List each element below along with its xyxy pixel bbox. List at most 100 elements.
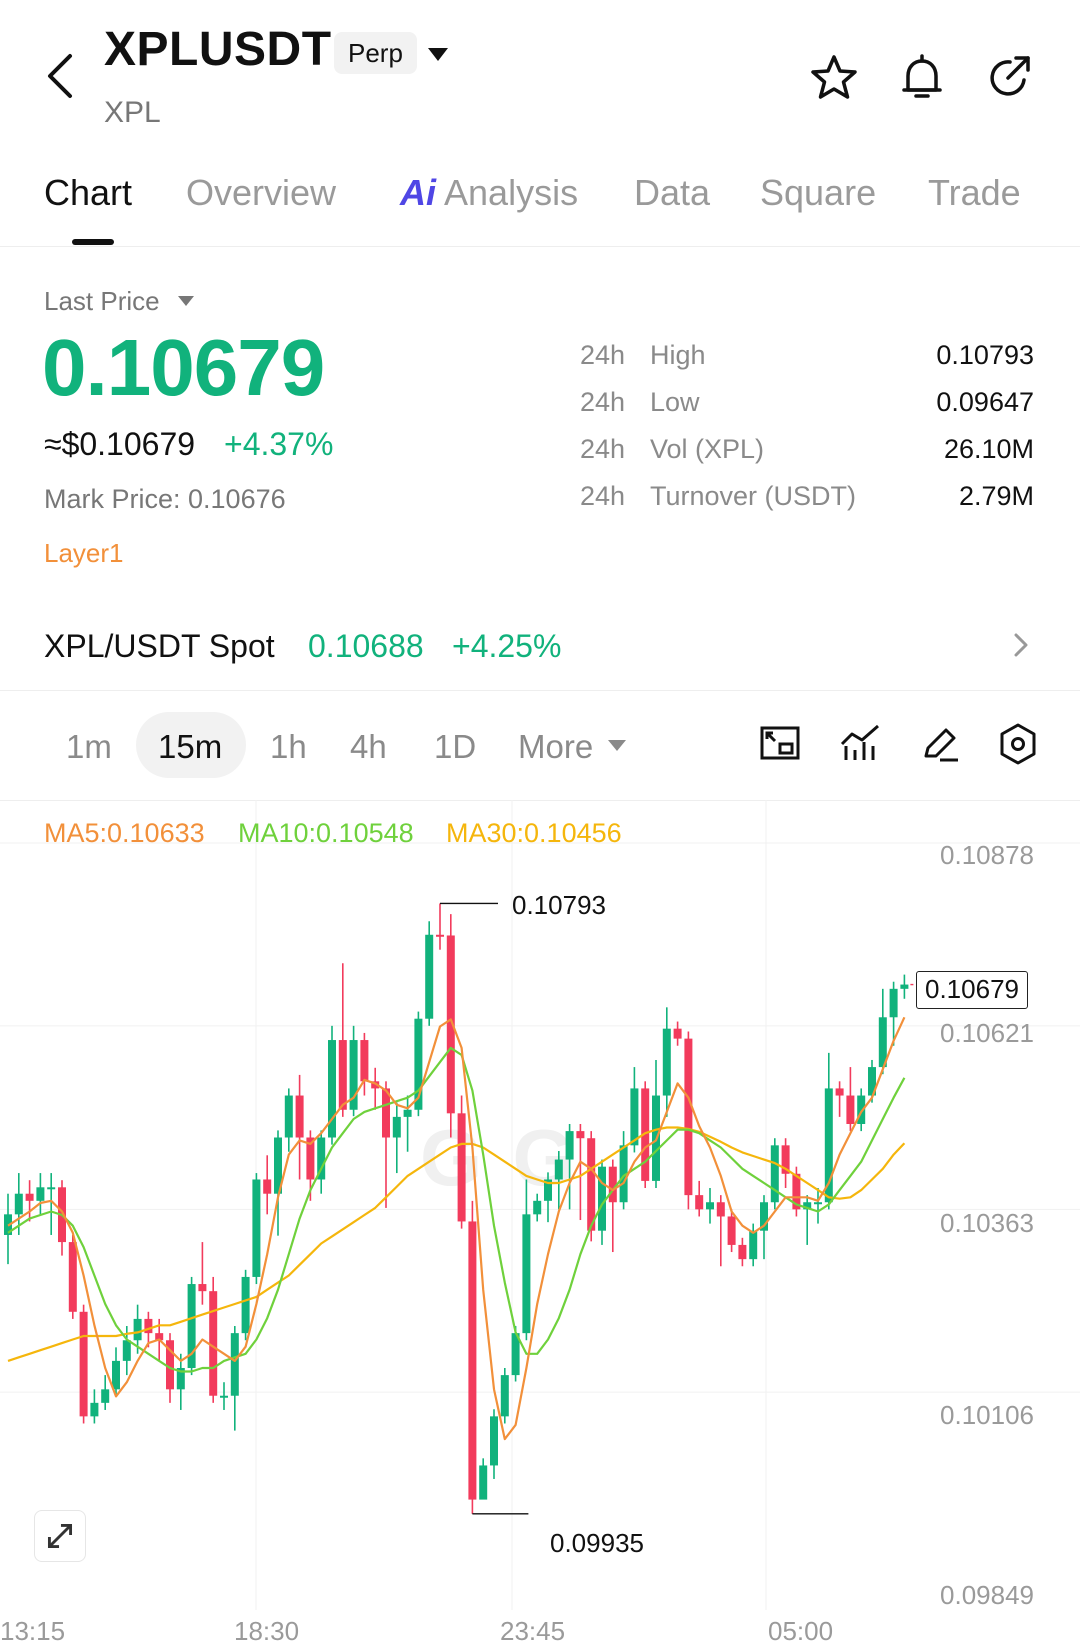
ai-badge-icon: Ai [400,172,436,213]
tab-chart[interactable]: Chart [44,172,132,214]
interval-4h[interactable]: 4h [350,728,387,766]
candle-body [220,1395,228,1398]
more-caret-icon[interactable] [608,740,626,751]
candle-body [252,1179,261,1277]
candle-body [360,1040,369,1082]
candle-body [727,1216,736,1245]
candle-body [738,1244,747,1260]
candle-body [36,1187,45,1201]
candle-body [122,1340,131,1361]
bell-icon[interactable] [896,52,948,104]
candle-body [284,1095,293,1138]
candle-body [608,1166,617,1203]
ma5-line [7,1016,906,1441]
candle-body [695,1195,704,1210]
star-icon[interactable] [808,52,860,104]
candle-body [598,1166,606,1231]
candle-body [47,1187,56,1190]
candle-body [630,1088,639,1146]
candle-body [90,1402,99,1417]
contract-type-badge[interactable]: Perp [334,32,417,74]
candle-body [846,1095,855,1124]
candle-body [716,1202,725,1217]
ma30-label: MA30:0.10456 [446,818,622,848]
ma5-label: MA5:0.10633 [44,818,205,848]
stat-value-volume: 26.10M [943,434,1034,464]
stat-value-low: 0.09647 [936,387,1034,417]
candle-body [684,1038,693,1196]
interval-1m[interactable]: 1m [66,728,112,766]
candle-body [79,1311,88,1417]
candle-body [230,1333,239,1396]
candle-body [770,1145,779,1203]
candle-body [706,1202,714,1210]
interval-1d[interactable]: 1D [434,728,476,766]
tab-square[interactable]: Square [760,172,876,214]
usd-equivalent: ≈$0.10679 [44,426,196,462]
x-axis-tick: 18:30 [234,1616,300,1643]
share-arrow-icon[interactable] [984,52,1036,104]
y-axis-tick: 0.10621 [940,1018,1034,1048]
candle-body [814,1202,822,1205]
sector-tag[interactable]: Layer1 [44,538,124,569]
tab-trade[interactable]: Trade [928,172,1021,214]
candle-body [101,1389,110,1403]
stat-period: 24h [580,434,626,464]
last-price-label[interactable]: Last Price [44,286,160,317]
candle-body [112,1360,120,1390]
divider [0,690,1080,691]
stat-label-volume: Vol (XPL) [650,434,765,464]
chevron-right-icon[interactable] [1010,630,1032,660]
stat-period: 24h [580,387,626,417]
candle-body [436,934,444,937]
stat-label-high: High [650,340,706,370]
base-asset-label: XPL [104,96,161,129]
candle-body [295,1095,304,1138]
high-marker-label: 0.10793 [512,890,606,920]
expand-chart-icon[interactable] [34,1510,86,1562]
candle-body [500,1375,509,1417]
indicator-frame-icon[interactable] [758,722,802,766]
candle-body [241,1276,250,1334]
candle-body [133,1318,142,1341]
candlestick-chart[interactable] [0,800,1080,1643]
indicator-chart-icon[interactable] [838,722,882,766]
draw-pencil-icon[interactable] [918,722,962,766]
last-price-tag: 0.10679 [916,971,1028,1009]
candle-body [824,1088,833,1203]
spot-market-price: 0.10688 [308,628,424,664]
stat-period: 24h [580,481,626,511]
candle-body [425,934,434,1019]
candle-body [490,1416,498,1466]
candle-body [662,1028,671,1096]
candle-body [522,1214,531,1334]
y-axis-tick: 0.10106 [940,1400,1034,1430]
candle-body [554,1159,563,1180]
tab-data[interactable]: Data [634,172,710,214]
candle-body [209,1291,218,1396]
spot-market-change: +4.25% [452,628,562,664]
x-axis-tick: 05:00 [768,1616,834,1643]
candle-body [68,1242,77,1312]
symbol-title: XPLUSDT [104,23,332,76]
back-chevron-icon[interactable] [42,52,78,100]
candle-body [338,1040,347,1110]
candle-body [835,1088,844,1096]
mark-price: Mark Price: 0.10676 [44,484,286,514]
candle-body [25,1193,34,1201]
tab-analysis[interactable]: Ai Analysis [400,172,578,214]
stat-value-turnover: 2.79M [958,481,1034,511]
candle-body [198,1284,207,1292]
symbol-dropdown-caret-icon[interactable] [428,48,448,61]
price-type-caret-icon[interactable] [178,296,194,306]
interval-more[interactable]: More [518,728,593,766]
tab-overview[interactable]: Overview [186,172,336,214]
interval-1h[interactable]: 1h [270,728,307,766]
tab-analysis-label: Analysis [444,172,579,213]
x-axis-tick: 13:15 [0,1616,66,1643]
candle-body [587,1138,596,1231]
price-change-percent: +4.37% [224,426,334,462]
interval-15m[interactable]: 15m [158,728,222,766]
low-marker-label: 0.09935 [550,1528,644,1558]
settings-hexagon-icon[interactable] [996,722,1040,766]
